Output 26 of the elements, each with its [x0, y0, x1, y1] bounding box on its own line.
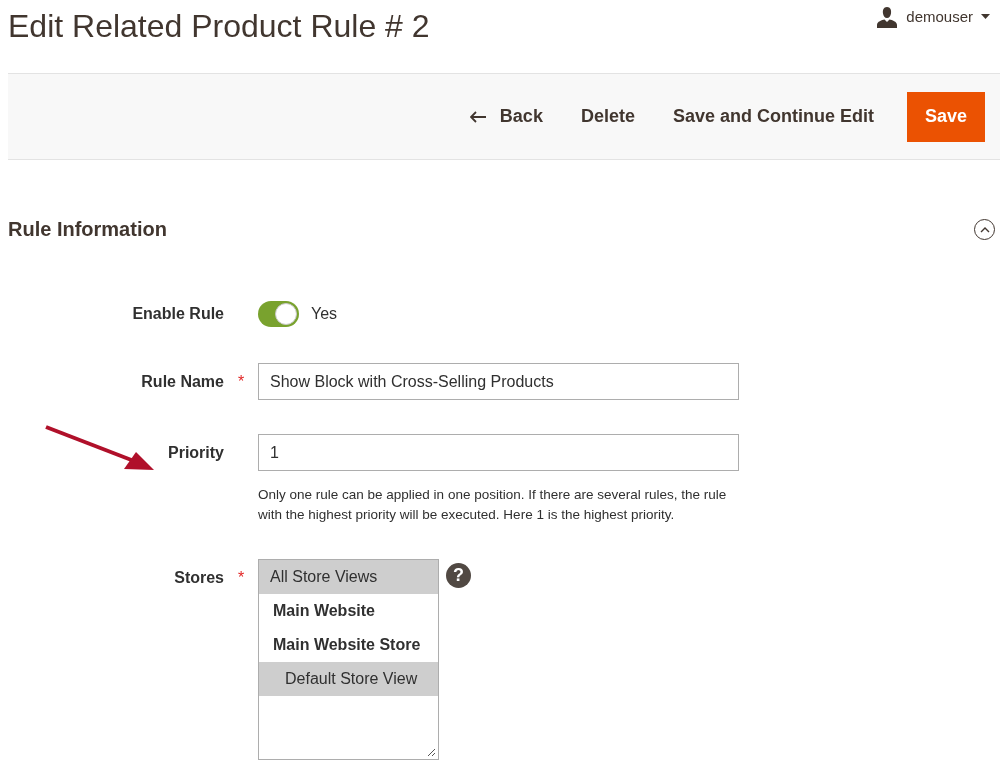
- field-note: Only one rule can be applied in one position. If there are several rules, the rule with the highest priority will be executed. Here 1 is the highest priority.: [258, 486, 728, 524]
- toolbar-button[interactable]: Save and Continue Edit: [657, 91, 889, 142]
- store-option[interactable]: All Store Views: [259, 560, 438, 594]
- field-label: Rule Name: [141, 371, 224, 392]
- resize-grip-icon: [427, 748, 436, 757]
- arrow-left-icon: [469, 110, 486, 123]
- help-icon[interactable]: ?: [446, 563, 471, 588]
- field-label: Stores: [174, 567, 224, 588]
- toggle-value: Yes: [311, 304, 338, 324]
- save-button[interactable]: Save: [906, 91, 985, 142]
- text-field[interactable]: Show Block with Cross-Selling Products: [258, 363, 739, 400]
- text-field[interactable]: 1: [258, 434, 739, 471]
- user-icon: [876, 6, 899, 29]
- required-asterisk: *: [237, 371, 245, 392]
- user-menu[interactable]: demouser: [876, 6, 990, 29]
- store-list[interactable]: All Store Views Main Website Main Website Store Default Store View: [258, 559, 439, 760]
- toggle-switch[interactable]: [258, 301, 299, 327]
- page-title: Edit Related Product Rule # 2: [8, 7, 430, 46]
- field-label: Priority: [168, 442, 224, 463]
- required-asterisk: *: [237, 567, 245, 588]
- section-title: Rule Information: [8, 217, 167, 242]
- caret-icon: [981, 14, 990, 21]
- store-option[interactable]: Default Store View: [259, 662, 438, 696]
- field-label: Enable Rule: [132, 304, 224, 324]
- toolbar-button[interactable]: Delete: [565, 91, 650, 142]
- back-button[interactable]: Back: [454, 91, 558, 142]
